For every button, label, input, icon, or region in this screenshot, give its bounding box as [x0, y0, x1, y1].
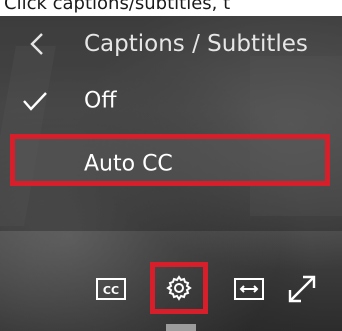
closed-captions-button[interactable]: CC: [96, 278, 126, 300]
captions-menu-header[interactable]: Captions / Subtitles: [0, 16, 342, 72]
active-tab-indicator: [166, 324, 196, 331]
fullscreen-expand-icon: [288, 275, 316, 303]
fullscreen-button[interactable]: [285, 272, 319, 306]
instruction-caption: Click captions/subtitles, t: [4, 0, 231, 14]
caption-option-auto-cc-label: Auto CC: [84, 151, 173, 177]
cc-label: CC: [103, 284, 119, 297]
caption-option-off-label: Off: [84, 88, 117, 114]
fit-width-button[interactable]: [234, 278, 264, 300]
settings-gear-icon: [166, 275, 192, 301]
checkmark-icon: [23, 92, 47, 111]
instruction-caption-strip: Click captions/subtitles, t: [0, 0, 342, 16]
chevron-left-icon[interactable]: [28, 24, 46, 64]
menu-title: Captions / Subtitles: [84, 31, 308, 57]
settings-button[interactable]: [150, 262, 208, 314]
player-control-bar: CC: [0, 248, 342, 331]
closed-captions-icon: CC: [96, 278, 126, 300]
fit-width-icon: [234, 278, 264, 300]
caption-option-off[interactable]: [0, 80, 342, 124]
